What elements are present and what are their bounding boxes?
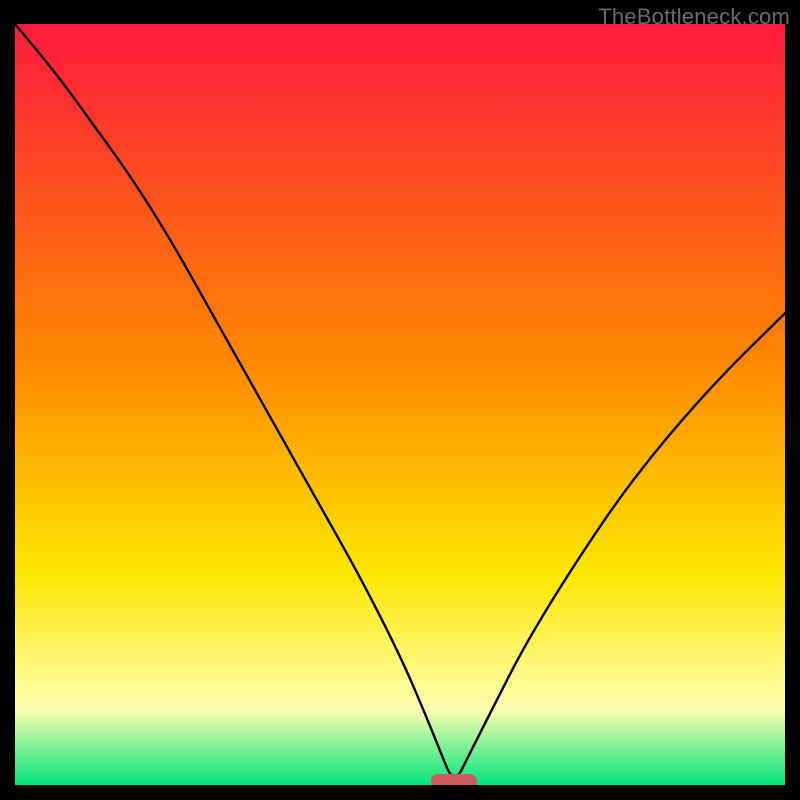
plot-area [15, 24, 785, 785]
watermark-text: TheBottleneck.com [598, 4, 790, 30]
bottleneck-chart [15, 24, 785, 785]
gradient-background [15, 24, 785, 785]
optimum-marker [431, 774, 477, 785]
chart-frame: TheBottleneck.com [0, 0, 800, 800]
